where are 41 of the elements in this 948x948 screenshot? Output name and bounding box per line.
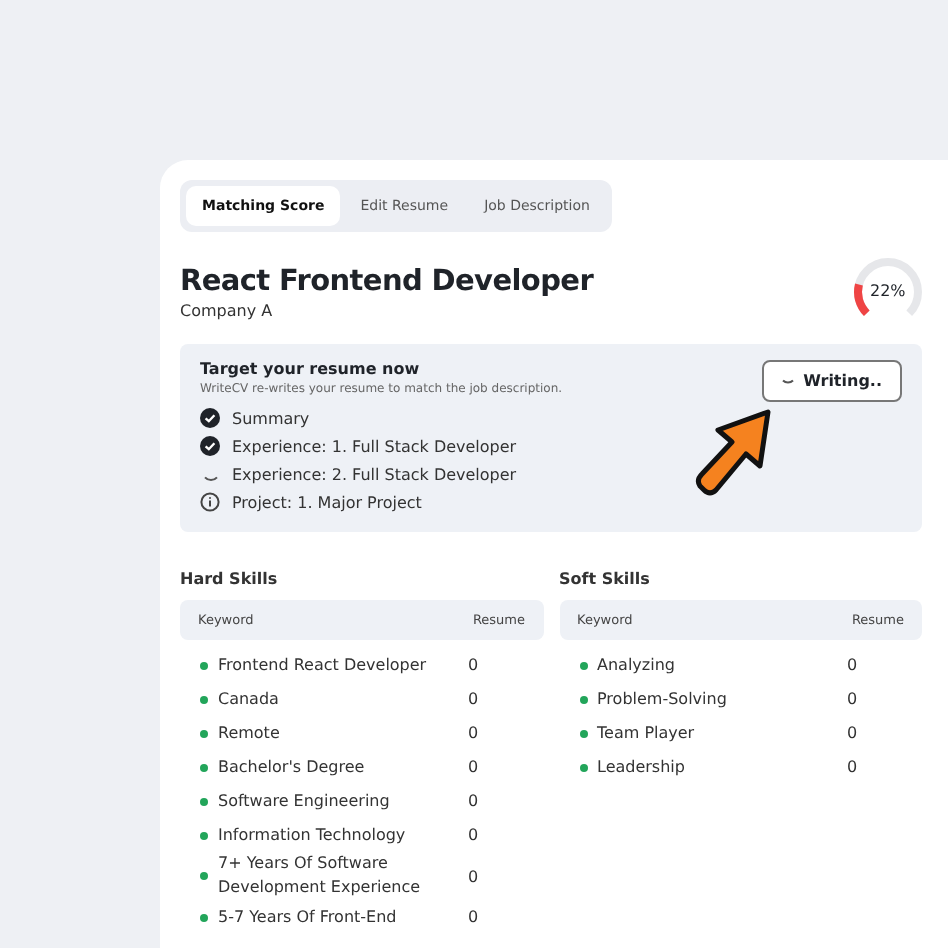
count-cell: 0 xyxy=(468,792,479,810)
keyword-cell-text: Information Technology xyxy=(218,823,408,847)
panel-title: Target your resume now xyxy=(200,360,422,378)
info-icon xyxy=(200,492,220,512)
count-cell: 0 xyxy=(468,908,479,926)
check-circle-icon xyxy=(200,408,220,428)
writing-button[interactable]: Writing.. xyxy=(761,360,902,402)
score-percent: 22% xyxy=(870,282,906,300)
skills-heading: Soft Skills xyxy=(559,570,652,588)
count-cell: 0 xyxy=(468,867,479,885)
spinner-icon xyxy=(203,476,217,482)
keyword-cell-text: Leadership xyxy=(597,755,687,779)
keyword-cell-text: Bachelor's Degree xyxy=(218,755,367,779)
keyword-cell-text: Team Player xyxy=(597,721,697,745)
count-cell: 0 xyxy=(468,690,479,708)
count-cell: 0 xyxy=(847,656,858,674)
section-label: Summary xyxy=(232,409,310,427)
job-title: React Frontend Developer xyxy=(180,265,594,297)
section-label: Experience: 1. Full Stack Developer xyxy=(232,437,517,455)
keyword-cell-text: 7+ Years Of Software Development Experience xyxy=(218,852,423,900)
keyword-cell-text: Problem-Solving xyxy=(597,687,729,711)
skills-heading: Hard Skills xyxy=(180,570,280,588)
keyword-cell-text: Remote xyxy=(218,721,282,745)
count-cell: 0 xyxy=(468,656,479,674)
keyword-cell-text: Software Engineering xyxy=(218,789,392,813)
keyword-cell-text: 5-7 Years Of Front-End xyxy=(218,905,399,929)
gauge-track xyxy=(854,258,922,316)
section-label: Project: 1. Major Project xyxy=(232,493,422,511)
keyword-cell-text: Canada xyxy=(218,687,281,711)
count-cell: 0 xyxy=(468,826,479,844)
count-cell: 0 xyxy=(468,724,479,742)
count-cell: 0 xyxy=(847,758,858,776)
keyword-cell-text: Frontend React Developer xyxy=(218,653,429,677)
company-name: Company A xyxy=(180,301,275,319)
count-cell: 0 xyxy=(847,724,858,742)
spinner-icon xyxy=(781,378,794,384)
check-circle-icon xyxy=(200,436,220,456)
count-cell: 0 xyxy=(847,690,858,708)
count-cell: 0 xyxy=(468,758,479,776)
keyword-cell-text: Analyzing xyxy=(597,653,677,677)
section-label: Experience: 2. Full Stack Developer xyxy=(232,465,517,483)
